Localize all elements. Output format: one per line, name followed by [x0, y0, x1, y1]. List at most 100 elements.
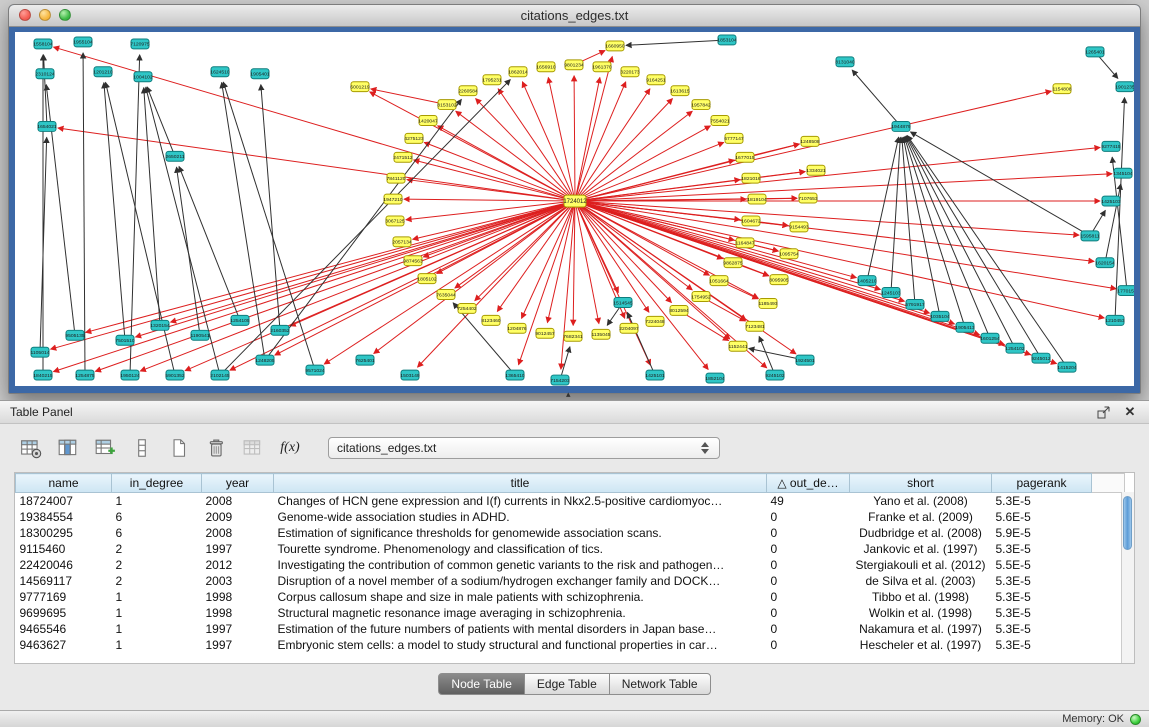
- graph-edge[interactable]: [404, 199, 575, 201]
- window-titlebar[interactable]: citations_edges.txt: [9, 5, 1140, 27]
- graph-edge[interactable]: [95, 201, 575, 371]
- table-cell[interactable]: Embryonic stem cells: a model to study s…: [274, 637, 767, 653]
- column-header[interactable]: pagerank: [992, 474, 1092, 493]
- table-cell[interactable]: 2: [112, 573, 202, 589]
- zoom-window-button[interactable]: [59, 9, 71, 21]
- table-cell[interactable]: Dudbridge et al. (2008): [850, 525, 992, 541]
- table-cell[interactable]: Yano et al. (2008): [850, 493, 992, 510]
- graph-edge[interactable]: [179, 166, 240, 320]
- minimize-window-button[interactable]: [39, 9, 51, 21]
- table-cell[interactable]: 9699695: [16, 605, 112, 621]
- table-cell[interactable]: 0: [767, 605, 850, 621]
- table-cell[interactable]: Hescheler et al. (1997): [850, 637, 992, 653]
- table-row[interactable]: 911546021997Tourette syndrome. Phenomeno…: [16, 541, 1125, 557]
- table-cell[interactable]: 5.3E-5: [992, 605, 1092, 621]
- table-cell[interactable]: 5.3E-5: [992, 589, 1092, 605]
- table-cell[interactable]: 6: [112, 509, 202, 525]
- tab-network-table[interactable]: Network Table: [609, 673, 711, 695]
- table-row[interactable]: 2242004622012Investigating the contribut…: [16, 557, 1125, 573]
- table-cell[interactable]: 5.5E-5: [992, 557, 1092, 573]
- table-cell[interactable]: 2: [112, 541, 202, 557]
- table-cell[interactable]: 0: [767, 573, 850, 589]
- network-canvas[interactable]: 1724012181910416046721164847986287510516…: [15, 32, 1134, 386]
- table-row[interactable]: 946362711997Embryonic stem cells: a mode…: [16, 637, 1125, 653]
- table-cell[interactable]: 14569117: [16, 573, 112, 589]
- graph-edge[interactable]: [891, 137, 900, 292]
- column-header[interactable]: name: [16, 474, 112, 493]
- table-cell[interactable]: 1997: [202, 621, 274, 637]
- vertical-scrollbar[interactable]: [1121, 492, 1134, 663]
- table-cell[interactable]: 0: [767, 637, 850, 653]
- table-cell[interactable]: 9115460: [16, 541, 112, 557]
- graph-edge[interactable]: [413, 201, 575, 239]
- tab-node-table[interactable]: Node Table: [438, 673, 525, 695]
- graph-edge[interactable]: [53, 201, 575, 372]
- table-cell[interactable]: Franke et al. (2009): [850, 509, 992, 525]
- graph-edge[interactable]: [370, 92, 575, 201]
- table-cell[interactable]: Genome-wide association studies in ADHD.: [274, 509, 767, 525]
- table-cell[interactable]: de Silva et al. (2003): [850, 573, 992, 589]
- table-cell[interactable]: 1997: [202, 637, 274, 653]
- graph-edge[interactable]: [575, 147, 1100, 201]
- graph-edge[interactable]: [759, 336, 775, 375]
- graph-edge[interactable]: [476, 99, 575, 202]
- column-header[interactable]: in_degree: [112, 474, 202, 493]
- table-cell[interactable]: Changes of HCN gene expression and I(f) …: [274, 493, 767, 510]
- function-builder-icon[interactable]: f(x): [277, 436, 303, 460]
- float-panel-icon[interactable]: [1095, 404, 1113, 420]
- table-cell[interactable]: 0: [767, 621, 850, 637]
- graph-edge[interactable]: [911, 132, 1090, 236]
- table-cell[interactable]: 0: [767, 525, 850, 541]
- table-cell[interactable]: 18724007: [16, 493, 112, 510]
- table-cell[interactable]: Disruption of a novel member of a sodium…: [274, 573, 767, 589]
- graph-edge[interactable]: [136, 201, 575, 337]
- table-cell[interactable]: 9465546: [16, 621, 112, 637]
- table-cell[interactable]: 0: [767, 541, 850, 557]
- table-cell[interactable]: 1: [112, 589, 202, 605]
- edit-columns-icon[interactable]: [92, 436, 118, 460]
- table-cell[interactable]: Nakamura et al. (1997): [850, 621, 992, 637]
- close-panel-icon[interactable]: ✕: [1121, 404, 1139, 420]
- graph-edge[interactable]: [54, 47, 575, 201]
- table-cell[interactable]: 6: [112, 525, 202, 541]
- tab-edge-table[interactable]: Edge Table: [524, 673, 610, 695]
- table-row[interactable]: 1872400712008Changes of HCN gene express…: [16, 493, 1125, 510]
- table-cell[interactable]: 1: [112, 605, 202, 621]
- column-header[interactable]: title: [274, 474, 767, 493]
- table-cell[interactable]: 9463627: [16, 637, 112, 653]
- graph-edge[interactable]: [574, 76, 575, 201]
- table-cell[interactable]: 49: [767, 493, 850, 510]
- graph-edge[interactable]: [418, 201, 575, 367]
- table-row[interactable]: 946554611997Estimation of the future num…: [16, 621, 1125, 637]
- table-cell[interactable]: 5.9E-5: [992, 525, 1092, 541]
- graph-edge[interactable]: [575, 201, 904, 301]
- column-header[interactable]: △ out_de…: [767, 474, 850, 493]
- table-cell[interactable]: 19384554: [16, 509, 112, 525]
- table-cell[interactable]: Tibbo et al. (1998): [850, 589, 992, 605]
- table-cell[interactable]: Tourette syndrome. Phenomenology and cla…: [274, 541, 767, 557]
- network-table-select[interactable]: citations_edges.txt: [328, 437, 720, 459]
- graph-edge[interactable]: [51, 201, 575, 349]
- table-cell[interactable]: 2003: [202, 573, 274, 589]
- table-cell[interactable]: 1997: [202, 541, 274, 557]
- table-cell[interactable]: 1: [112, 493, 202, 510]
- graph-edge[interactable]: [626, 40, 727, 45]
- table-cell[interactable]: 18300295: [16, 525, 112, 541]
- table-cell[interactable]: Structural magnetic resonance image aver…: [274, 605, 767, 621]
- table-cell[interactable]: 5.3E-5: [992, 637, 1092, 653]
- graph-edge[interactable]: [575, 82, 626, 201]
- table-cell[interactable]: 1998: [202, 605, 274, 621]
- table-cell[interactable]: 0: [767, 589, 850, 605]
- graph-edge[interactable]: [548, 77, 575, 201]
- table-row[interactable]: 1938455462009Genome-wide association stu…: [16, 509, 1125, 525]
- graph-edge[interactable]: [130, 55, 140, 375]
- graph-edge[interactable]: [904, 137, 965, 327]
- create-table-icon[interactable]: [166, 436, 192, 460]
- table-row[interactable]: 969969511998Structural magnetic resonanc…: [16, 605, 1125, 621]
- table-cell[interactable]: 0: [767, 509, 850, 525]
- table-row[interactable]: 1830029562008Estimation of significance …: [16, 525, 1125, 541]
- table-cell[interactable]: Investigating the contribution of common…: [274, 557, 767, 573]
- show-hide-columns-icon[interactable]: [55, 436, 81, 460]
- table-cell[interactable]: 5.3E-5: [992, 493, 1092, 510]
- table-cell[interactable]: 1998: [202, 589, 274, 605]
